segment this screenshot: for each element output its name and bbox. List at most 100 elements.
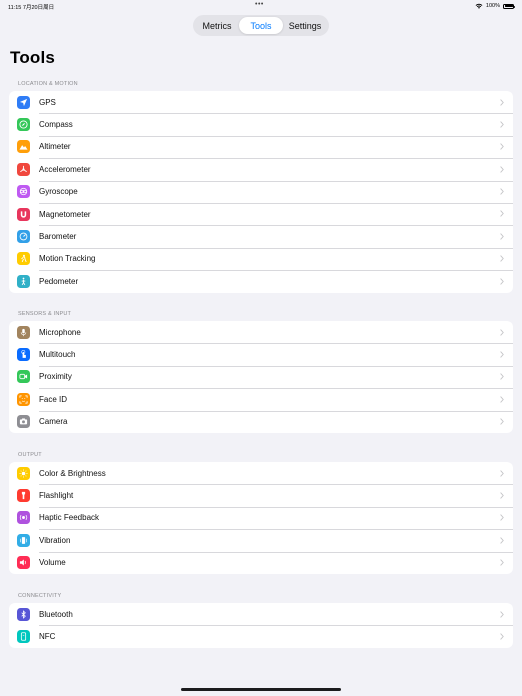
tool-row-flashlight[interactable]: Flashlight bbox=[9, 484, 513, 506]
tool-row-bluetooth[interactable]: Bluetooth bbox=[9, 603, 513, 625]
tool-row-label: Volume bbox=[39, 558, 66, 568]
tool-row-label: NFC bbox=[39, 632, 56, 642]
chevron-right-icon bbox=[500, 188, 504, 195]
section-group: Bluetooth NFC bbox=[9, 603, 513, 648]
face-id-icon bbox=[17, 392, 30, 406]
vibration-icon bbox=[17, 533, 30, 547]
tool-row-altimeter[interactable]: Altimeter bbox=[9, 135, 513, 158]
tool-row-magnetometer[interactable]: Magnetometer bbox=[9, 202, 513, 225]
tool-row-gyroscope[interactable]: Gyroscope bbox=[9, 180, 513, 203]
chevron-right-icon bbox=[500, 610, 504, 618]
chevron-right-icon bbox=[500, 98, 504, 106]
chevron-right-icon bbox=[500, 373, 504, 380]
tool-row-camera[interactable]: Camera bbox=[9, 410, 513, 433]
tool-row-haptic-feedback[interactable]: Haptic Feedback bbox=[9, 506, 513, 529]
tool-row-label: Proximity bbox=[39, 372, 72, 382]
status-time: 11:15 bbox=[8, 5, 22, 11]
tool-row-motion-tracking[interactable]: Motion Tracking bbox=[9, 247, 513, 270]
tab-switcher: Metrics Tools Settings bbox=[193, 15, 329, 36]
camera-icon bbox=[17, 415, 30, 429]
status-right: 100% bbox=[475, 3, 515, 9]
chevron-right-icon bbox=[500, 395, 504, 403]
chevron-right-icon bbox=[500, 121, 504, 128]
tool-row-label: Bluetooth bbox=[39, 609, 73, 619]
proximity-icon bbox=[17, 370, 30, 384]
section-header: CONNECTIVITY bbox=[18, 593, 62, 599]
gyroscope-icon bbox=[17, 185, 30, 199]
tool-row-nfc[interactable]: NFC bbox=[9, 625, 513, 647]
tool-row-label: Magnetometer bbox=[39, 209, 91, 219]
page-title: Tools bbox=[10, 48, 56, 67]
tool-row-label: Camera bbox=[39, 417, 68, 427]
haptic-icon bbox=[17, 511, 30, 525]
battery-percent: 100% bbox=[485, 3, 500, 9]
tool-row-proximity[interactable]: Proximity bbox=[9, 365, 513, 388]
section-header: LOCATION & MOTION bbox=[18, 81, 78, 87]
bluetooth-icon bbox=[17, 607, 30, 621]
flashlight-icon bbox=[17, 489, 30, 503]
tool-row-label: Compass bbox=[39, 120, 73, 130]
nfc-icon bbox=[17, 630, 30, 644]
sun-icon bbox=[17, 466, 30, 480]
walking-figure-icon bbox=[17, 274, 30, 288]
section-group: GPS Compass Altimeter Accelerometer Gyroscop… bbox=[9, 91, 513, 293]
tools-screen: 11:15 7月20日周日 ••• 100% Metrics Tools Set… bbox=[0, 0, 522, 696]
tool-row-label: Motion Tracking bbox=[39, 254, 96, 264]
tool-row-label: Vibration bbox=[39, 535, 71, 545]
section-header: SENSORS & INPUT bbox=[18, 311, 72, 317]
chevron-right-icon bbox=[500, 165, 504, 173]
chevron-right-icon bbox=[500, 514, 504, 521]
tool-row-label: Barometer bbox=[39, 232, 77, 242]
microphone-icon bbox=[17, 325, 30, 339]
tab-settings[interactable]: Settings bbox=[283, 17, 327, 34]
tool-row-label: Pedometer bbox=[39, 276, 79, 286]
motion-icon bbox=[17, 252, 30, 266]
chevron-right-icon bbox=[500, 469, 504, 477]
tool-row-label: Gyroscope bbox=[39, 187, 78, 197]
tool-row-label: Accelerometer bbox=[39, 164, 91, 174]
section-group: Color & Brightness Flashlight Haptic Feedb… bbox=[9, 462, 513, 574]
tool-row-pedometer[interactable]: Pedometer bbox=[9, 270, 513, 292]
chevron-right-icon bbox=[500, 536, 504, 544]
tool-row-label: Altimeter bbox=[39, 142, 71, 152]
tool-row-label: Face ID bbox=[39, 394, 68, 404]
speaker-icon bbox=[17, 556, 30, 570]
section-header: OUTPUT bbox=[18, 452, 42, 458]
battery-icon bbox=[503, 3, 515, 9]
tool-row-vibration[interactable]: Vibration bbox=[9, 529, 513, 551]
tool-row-gps[interactable]: GPS bbox=[9, 91, 513, 113]
chevron-right-icon bbox=[500, 255, 504, 262]
tool-row-label: GPS bbox=[39, 97, 56, 107]
chevron-right-icon bbox=[500, 559, 504, 566]
tab-metrics[interactable]: Metrics bbox=[195, 17, 239, 34]
mountain-icon bbox=[17, 140, 30, 154]
tool-row-label: Flashlight bbox=[39, 491, 74, 501]
chevron-right-icon bbox=[500, 633, 504, 640]
chevron-right-icon bbox=[500, 492, 504, 499]
tool-row-barometer[interactable]: Barometer bbox=[9, 225, 513, 247]
tool-row-label: Color & Brightness bbox=[39, 468, 106, 478]
tool-row-face-id[interactable]: Face ID bbox=[9, 388, 513, 410]
tool-row-compass[interactable]: Compass bbox=[9, 113, 513, 135]
chevron-right-icon bbox=[500, 351, 504, 358]
accelerometer-icon bbox=[17, 162, 30, 176]
tab-tools[interactable]: Tools bbox=[239, 17, 283, 34]
tool-row-label: Microphone bbox=[39, 327, 81, 337]
section-group: Microphone Multitouch Proximity Face ID Came… bbox=[9, 321, 513, 433]
compass-icon bbox=[17, 118, 30, 132]
chevron-right-icon bbox=[500, 328, 504, 336]
home-indicator[interactable] bbox=[181, 688, 341, 691]
tool-row-accelerometer[interactable]: Accelerometer bbox=[9, 158, 513, 180]
tool-row-microphone[interactable]: Microphone bbox=[9, 321, 513, 343]
gauge-icon bbox=[17, 230, 30, 244]
multitasking-dots[interactable]: ••• bbox=[255, 1, 264, 8]
status-bar: 11:15 7月20日周日 ••• 100% bbox=[0, 0, 522, 14]
tool-row-label: Haptic Feedback bbox=[39, 513, 100, 523]
tool-row-volume[interactable]: Volume bbox=[9, 551, 513, 574]
chevron-right-icon bbox=[500, 210, 504, 218]
hand-touch-icon bbox=[17, 348, 30, 362]
tool-row-color-brightness[interactable]: Color & Brightness bbox=[9, 462, 513, 484]
status-time-date: 11:15 7月20日周日 bbox=[8, 3, 54, 11]
tool-row-multitouch[interactable]: Multitouch bbox=[9, 343, 513, 365]
chevron-right-icon bbox=[500, 277, 504, 285]
